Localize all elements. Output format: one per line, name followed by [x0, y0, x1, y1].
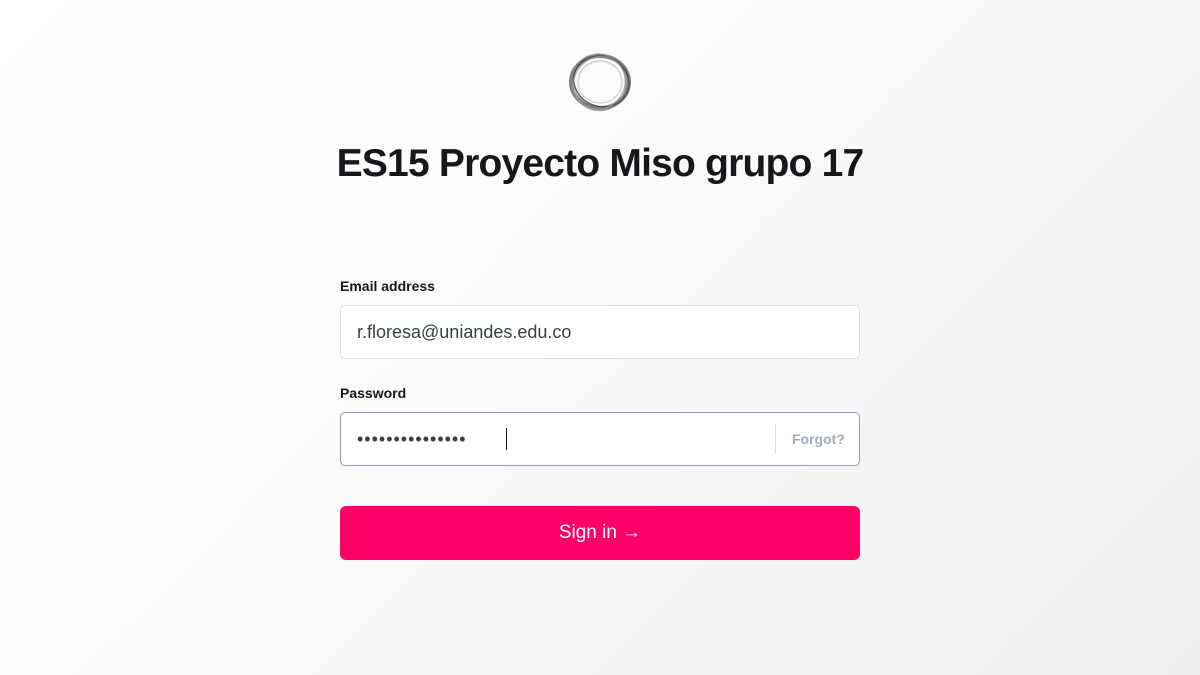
password-field[interactable] [357, 413, 767, 465]
page-title: ES15 Proyecto Miso grupo 17 [336, 142, 865, 185]
field-divider [775, 424, 776, 454]
email-field-box[interactable] [340, 305, 860, 359]
signin-button[interactable]: Sign in → [340, 506, 860, 560]
text-caret [506, 428, 507, 450]
password-label: Password [340, 385, 407, 401]
ring-logo-icon [569, 53, 631, 112]
email-label: Email address [340, 278, 435, 294]
forgot-password-link[interactable]: Forgot? [792, 431, 845, 447]
email-field[interactable] [357, 306, 847, 358]
password-field-box[interactable]: Forgot? [340, 412, 860, 466]
